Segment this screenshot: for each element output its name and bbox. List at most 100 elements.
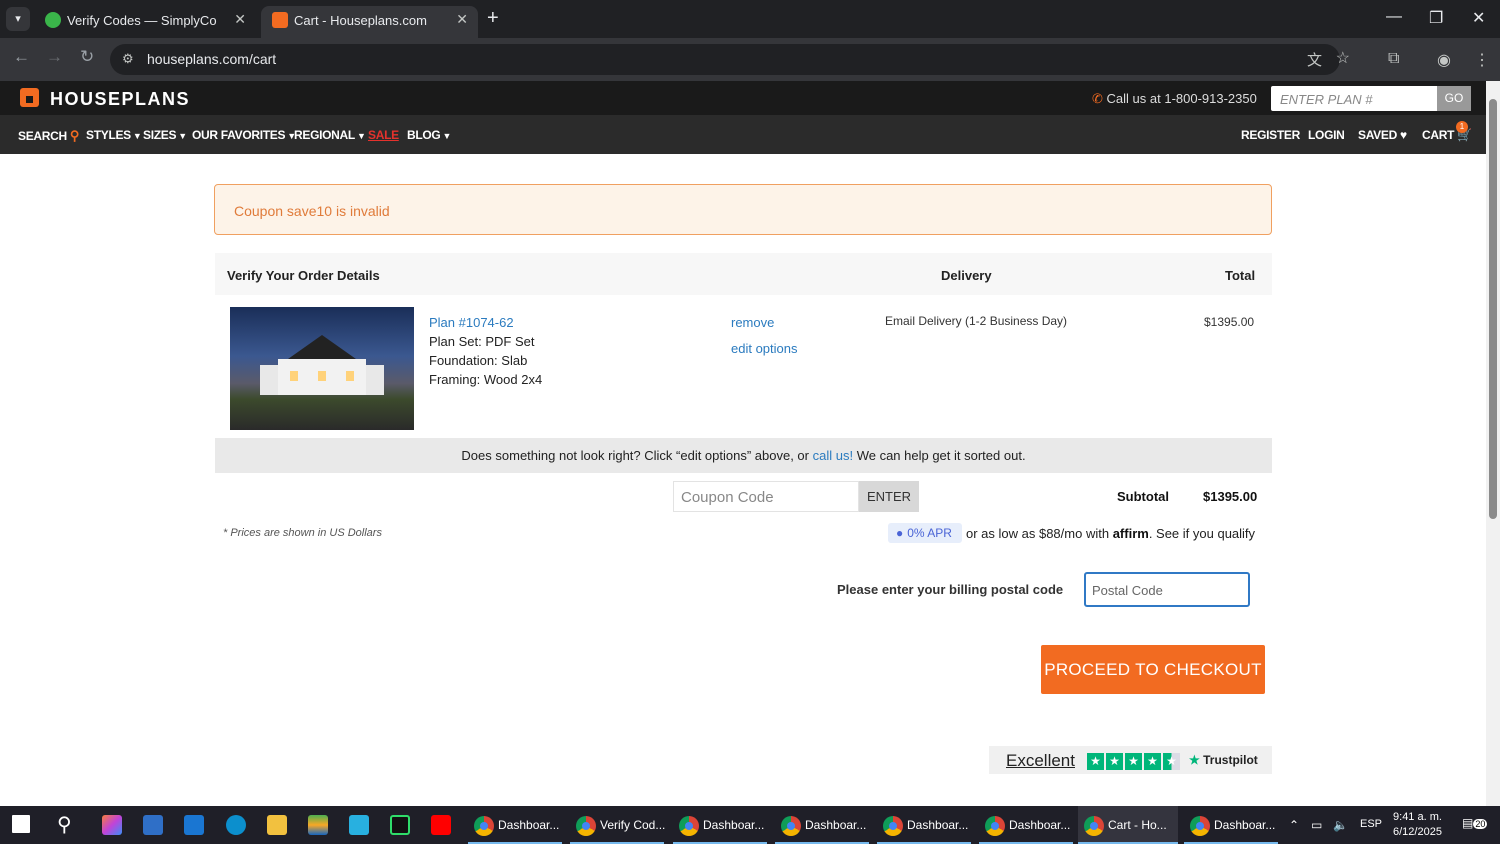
call-us[interactable]: ✆ Call us at 1-800-913-2350 [1092, 91, 1257, 107]
plan-link[interactable]: Plan #1074-62 [429, 315, 514, 330]
tab-simplycodes[interactable]: Verify Codes — SimplyCodes ✕ [34, 6, 256, 38]
nav-blog[interactable]: BLOG ▼ [407, 128, 451, 142]
close-tab-icon[interactable]: ✕ [234, 11, 246, 28]
reload-icon[interactable]: ↻ [80, 47, 94, 67]
help-text-pre: Does something not look right? Click “ed… [461, 448, 813, 463]
star-icon: ★ [1106, 753, 1123, 770]
notification-count: 20 [1473, 819, 1488, 829]
nav-search[interactable]: SEARCH ⚲ [18, 128, 79, 144]
taskbar-app[interactable]: Dashboar... [1184, 806, 1278, 844]
close-tab-icon[interactable]: ✕ [456, 11, 468, 28]
youtube-icon[interactable] [431, 815, 451, 835]
mail-icon[interactable] [184, 815, 204, 835]
order-card: Verify Your Order Details Delivery Total… [215, 253, 1272, 546]
clock[interactable]: 9:41 a. m. 6/12/2025 [1393, 810, 1442, 840]
profile-icon[interactable]: ◉ [1437, 50, 1451, 70]
remove-link[interactable]: remove [731, 315, 774, 330]
phone-icon: ✆ [1092, 91, 1103, 106]
url-text[interactable]: houseplans.com/cart [147, 51, 276, 67]
house-window [346, 371, 354, 381]
subtotal-value: $1395.00 [1203, 489, 1258, 504]
simplycodes-icon [45, 12, 61, 28]
houseplans-logo-icon[interactable] [20, 88, 39, 107]
taskbar-app[interactable]: Dashboar... [468, 806, 562, 844]
tab-houseplans[interactable]: Cart - Houseplans.com ✕ [261, 6, 478, 38]
store-icon[interactable] [143, 815, 163, 835]
trustpilot-widget[interactable]: Excellent ★ ★ ★ ★ ★ ★ Trustpilot [989, 746, 1272, 774]
notifications-icon[interactable]: ▤ 20 [1462, 816, 1488, 830]
omnibox[interactable]: ⚙ houseplans.com/cart 文 ☆ [110, 44, 1350, 75]
address-bar-row: ← → ↻ ⚙ houseplans.com/cart 文 ☆ ⧉ ◉ ⋮ [0, 38, 1500, 81]
coupon-enter-button[interactable]: ENTER [859, 481, 919, 512]
forward-icon[interactable]: → [46, 47, 63, 67]
order-heading: Verify Your Order Details [227, 268, 380, 283]
proceed-to-checkout-button[interactable]: PROCEED TO CHECKOUT [1041, 645, 1265, 694]
taskbar-app[interactable]: Dashboar... [979, 806, 1073, 844]
taskbar-app-label: Dashboar... [1214, 818, 1276, 832]
chrome-icon [679, 816, 699, 836]
edit-options-link[interactable]: edit options [731, 341, 798, 356]
affirm-logo: affirm [1112, 526, 1149, 541]
nav-saved[interactable]: SAVED ♥ [1358, 128, 1407, 142]
call-us-link[interactable]: call us! [813, 448, 853, 463]
affirm-text-pre: or as low as $88/mo with [966, 526, 1113, 541]
app-icon[interactable] [349, 815, 369, 835]
extensions-icon[interactable]: ⧉ [1388, 50, 1399, 68]
file-explorer-icon[interactable] [267, 815, 287, 835]
postal-code-input[interactable]: Postal Code [1084, 572, 1250, 607]
translate-icon[interactable]: 文 [1307, 49, 1322, 70]
apr-text: 0% APR [907, 526, 952, 540]
edge-icon[interactable] [226, 815, 246, 835]
nav-regional[interactable]: REGIONAL ▼ [294, 128, 366, 142]
nav-register[interactable]: REGISTER [1241, 128, 1300, 142]
coupon-input[interactable]: Coupon Code [673, 481, 859, 512]
nav-styles[interactable]: STYLES ▼ [86, 128, 142, 142]
page-content: HOUSEPLANS ✆ Call us at 1-800-913-2350 E… [0, 81, 1486, 806]
site-logo[interactable]: HOUSEPLANS [50, 89, 190, 110]
taskbar-app-label: Dashboar... [1009, 818, 1071, 832]
new-tab-icon[interactable]: + [487, 7, 499, 30]
taskbar-app[interactable]: Dashboar... [877, 806, 971, 844]
site-info-icon[interactable]: ⚙ [122, 51, 138, 67]
bookmark-star-icon[interactable]: ☆ [1336, 48, 1350, 68]
order-table-header: Verify Your Order Details Delivery Total [215, 253, 1272, 295]
billing-label: Please enter your billing postal code [837, 582, 1064, 597]
nav-sale[interactable]: SALE [368, 128, 399, 142]
taskbar-app[interactable]: Verify Cod... [570, 806, 665, 844]
trustpilot-rating-word[interactable]: Excellent [1006, 751, 1075, 771]
scrollbar-thumb[interactable] [1489, 99, 1497, 519]
chevron-up-icon[interactable]: ⌃ [1289, 818, 1299, 832]
chrome-icon [883, 816, 903, 836]
copilot-icon[interactable] [102, 815, 122, 835]
close-window-icon[interactable]: ✕ [1472, 8, 1485, 28]
taskbar-app[interactable]: Dashboar... [673, 806, 767, 844]
taskbar-app-active[interactable]: Cart - Ho... [1078, 806, 1178, 844]
menu-kebab-icon[interactable]: ⋮ [1474, 50, 1490, 70]
network-icon[interactable]: ▭ [1311, 818, 1322, 832]
chevron-down-icon: ▼ [132, 131, 142, 141]
nav-cart-label: CART [1422, 128, 1455, 142]
restore-icon[interactable]: ❐ [1429, 8, 1443, 28]
nav-sizes[interactable]: SIZES ▼ [143, 128, 187, 142]
search-icon[interactable]: ⚲ [57, 815, 77, 835]
plan-number-input[interactable]: ENTER PLAN # [1280, 92, 1372, 107]
trustpilot-brand: ★ Trustpilot [1189, 753, 1258, 767]
plan-thumbnail[interactable] [230, 307, 414, 430]
windows-start-icon[interactable] [12, 815, 30, 833]
language-indicator[interactable]: ESP [1360, 818, 1382, 830]
minimize-icon[interactable]: — [1386, 8, 1402, 26]
volume-icon[interactable]: 🔈 [1333, 818, 1348, 832]
taskbar-app[interactable]: Dashboar... [775, 806, 869, 844]
back-icon[interactable]: ← [13, 47, 30, 67]
affirm-prequalify[interactable]: or as low as $88/mo with affirm. See if … [966, 526, 1255, 541]
nav-favorites[interactable]: OUR FAVORITES ▼ [192, 128, 296, 142]
app-icon[interactable] [390, 815, 410, 835]
app-icon[interactable] [308, 815, 328, 835]
chrome-icon [474, 816, 494, 836]
nav-login[interactable]: LOGIN [1308, 128, 1345, 142]
tab-search-button[interactable]: ▾ [6, 7, 30, 31]
taskbar-app-label: Cart - Ho... [1108, 818, 1167, 832]
go-button[interactable]: GO [1437, 86, 1471, 111]
page-scrollbar[interactable] [1486, 81, 1500, 806]
nav-styles-label: STYLES [86, 128, 131, 142]
